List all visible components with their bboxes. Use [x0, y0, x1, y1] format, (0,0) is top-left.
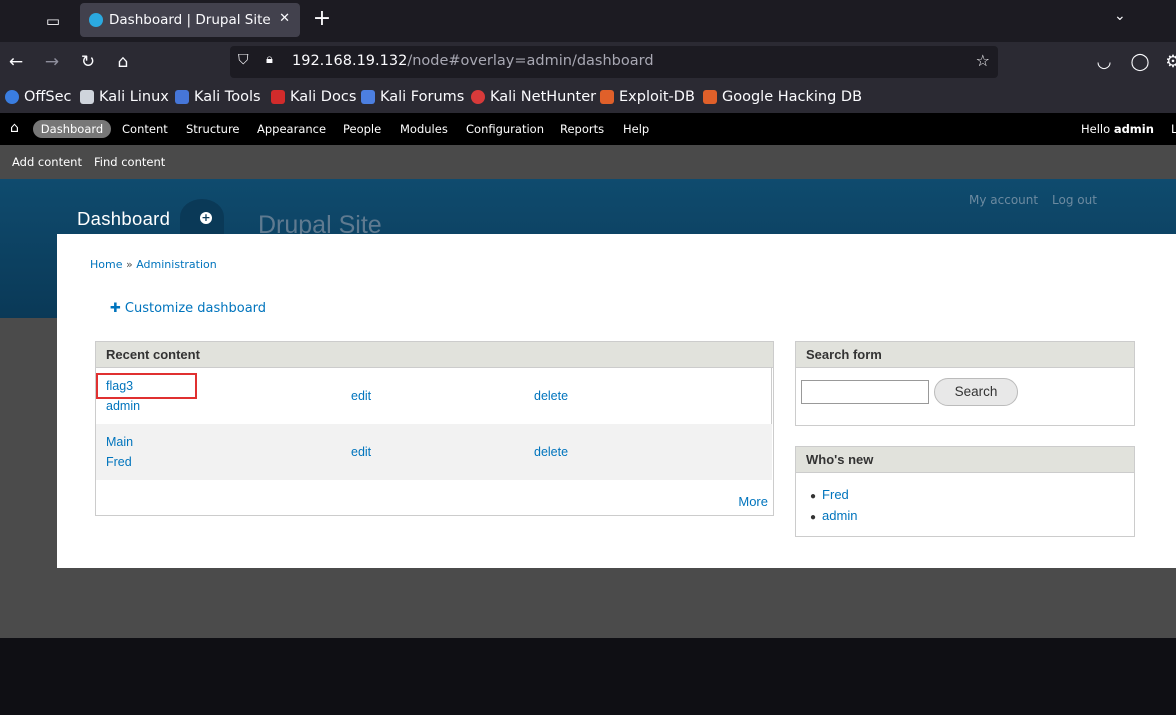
browser-nav-bar: ← → ↻ ⌂ ⛉ 🔒︎ 192.168.19.132/node#overlay…	[0, 42, 1176, 83]
close-tab-icon[interactable]: ✕	[279, 11, 290, 26]
shield-icon[interactable]: ⛉	[238, 52, 249, 68]
recent-content-title: Recent content	[96, 342, 773, 368]
url-text[interactable]: 192.168.19.132/node#overlay=admin/dashbo…	[292, 53, 654, 69]
add-shortcut-icon[interactable]: +	[200, 212, 212, 224]
toolbar-item-structure[interactable]: Structure	[186, 122, 240, 136]
bullet: ●	[810, 512, 817, 523]
table-row: flag3 admin edit delete	[96, 368, 772, 424]
offsec-icon	[5, 90, 19, 104]
delete-link[interactable]: delete	[534, 445, 568, 459]
kali-dragon-icon	[80, 90, 94, 104]
site-my-account-link[interactable]: My account	[969, 193, 1038, 207]
pocket-icon[interactable]: ◡	[1093, 51, 1115, 73]
ghdb-icon	[703, 90, 717, 104]
toolbar-item-help[interactable]: Help	[623, 122, 649, 136]
bookmark-kali-linux[interactable]: Kali Linux	[80, 89, 169, 105]
search-input[interactable]	[801, 380, 929, 404]
chevron-down-icon[interactable]: ⌄	[1114, 8, 1126, 24]
toolbar-logout-truncated[interactable]: L	[1171, 122, 1176, 136]
bookmark-kali-docs[interactable]: Kali Docs	[271, 89, 356, 105]
toolbar-item-configuration[interactable]: Configuration	[466, 122, 544, 136]
toolbar-item-modules[interactable]: Modules	[400, 122, 448, 136]
bookmark-exploit-db[interactable]: Exploit-DB	[600, 89, 695, 105]
browser-tab[interactable]: Dashboard | Drupal Site ✕	[80, 3, 300, 37]
toolbar-item-content[interactable]: Content	[122, 122, 168, 136]
tab-list-icon[interactable]: ▭	[40, 8, 66, 34]
overlay-content: Home » Administration ✚ Customize dashboa…	[57, 234, 1176, 568]
toolbar-username[interactable]: admin	[1114, 122, 1154, 136]
content-title-link[interactable]: Main	[106, 435, 133, 449]
table-row: Main Fred edit delete	[96, 424, 772, 480]
kali-forums-icon	[361, 90, 375, 104]
recent-content-block: Recent content flag3 admin edit delete M…	[95, 341, 774, 516]
bullet: ●	[810, 491, 817, 502]
search-button[interactable]: Search	[934, 378, 1018, 406]
toolbar-item-people[interactable]: People	[343, 122, 381, 136]
recent-content-list[interactable]: flag3 admin edit delete Main Fred edit d…	[96, 368, 772, 480]
lock-icon[interactable]: 🔒︎	[266, 52, 273, 67]
bookmark-kali-tools[interactable]: Kali Tools	[175, 89, 261, 105]
search-form-title: Search form	[796, 342, 1134, 368]
breadcrumb-administration[interactable]: Administration	[136, 258, 217, 271]
breadcrumb: Home » Administration	[90, 258, 217, 271]
customize-dashboard-link[interactable]: ✚ Customize dashboard	[110, 301, 266, 316]
back-icon[interactable]: ←	[5, 51, 27, 73]
bookmark-kali-forums[interactable]: Kali Forums	[361, 89, 464, 105]
drupal-admin-toolbar: ⌂ Dashboard Content Structure Appearance…	[0, 113, 1176, 145]
toolbar-item-dashboard[interactable]: Dashboard	[33, 120, 111, 138]
account-icon[interactable]: ◯	[1129, 51, 1151, 73]
site-logout-link[interactable]: Log out	[1052, 193, 1097, 207]
toolbar-home-icon[interactable]: ⌂	[10, 120, 19, 136]
bookmark-google-hacking-db[interactable]: Google Hacking DB	[703, 89, 862, 105]
bookmark-star-icon[interactable]: ☆	[976, 51, 990, 70]
toolbar-greeting: Hello admin	[1081, 122, 1154, 136]
bookmark-kali-nethunter[interactable]: Kali NetHunter	[471, 89, 596, 105]
toolbar-item-reports[interactable]: Reports	[560, 122, 604, 136]
plus-icon: ✚	[110, 301, 121, 316]
list-item: ● admin	[810, 508, 857, 529]
new-tab-icon[interactable]: +	[311, 6, 333, 31]
user-link[interactable]: admin	[822, 508, 857, 523]
kali-docs-icon	[271, 90, 285, 104]
tab-title: Dashboard | Drupal Site	[109, 12, 271, 28]
url-bar[interactable]: ⛉ 🔒︎ 192.168.19.132/node#overlay=admin/d…	[230, 46, 998, 78]
forward-icon[interactable]: →	[41, 51, 63, 73]
user-link[interactable]: Fred	[822, 487, 849, 502]
toolbar-item-appearance[interactable]: Appearance	[257, 122, 326, 136]
site-footer	[0, 638, 1176, 715]
drupal-favicon-icon	[89, 13, 103, 27]
content-author-link[interactable]: Fred	[106, 455, 132, 469]
breadcrumb-home[interactable]: Home	[90, 258, 122, 271]
exploit-db-icon	[600, 90, 614, 104]
shortcut-find-content[interactable]: Find content	[94, 155, 165, 169]
delete-link[interactable]: delete	[534, 389, 568, 403]
browser-tab-bar: ▭ Dashboard | Drupal Site ✕ + ⌄	[0, 0, 1176, 42]
content-author-link[interactable]: admin	[106, 399, 140, 413]
whos-new-list: ● Fred ● admin	[810, 487, 857, 529]
nethunter-icon	[471, 90, 485, 104]
search-form-block: Search form Search	[795, 341, 1135, 426]
kali-tools-icon	[175, 90, 189, 104]
bookmarks-toolbar: OffSec Kali Linux Kali Tools Kali Docs K…	[0, 83, 1176, 113]
edit-link[interactable]: edit	[351, 389, 371, 403]
content-title-link[interactable]: flag3	[106, 379, 133, 393]
shortcut-add-content[interactable]: Add content	[12, 155, 82, 169]
whos-new-title: Who's new	[796, 447, 1134, 473]
extensions-icon[interactable]: ⚙	[1162, 51, 1176, 73]
bookmark-offsec[interactable]: OffSec	[5, 89, 72, 105]
reload-icon[interactable]: ↻	[77, 51, 99, 73]
whos-new-block: Who's new ● Fred ● admin	[795, 446, 1135, 537]
home-icon[interactable]: ⌂	[112, 51, 134, 73]
page-title: Dashboard	[77, 208, 171, 229]
more-link[interactable]: More	[738, 494, 768, 509]
shortcuts-bar: Add content Find content	[0, 145, 1176, 179]
list-item: ● Fred	[810, 487, 857, 508]
edit-link[interactable]: edit	[351, 445, 371, 459]
